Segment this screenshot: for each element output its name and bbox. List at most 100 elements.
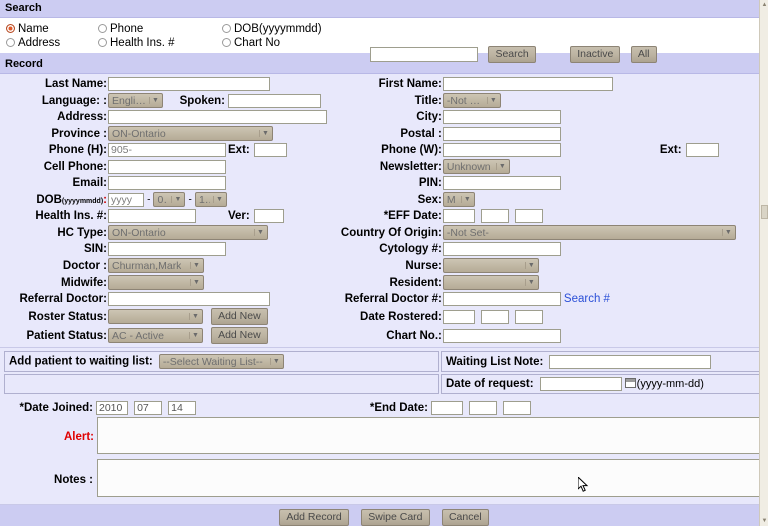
scroll-up-icon[interactable]: ▲ bbox=[761, 1, 768, 9]
resident-select[interactable]: ▼ bbox=[442, 275, 539, 290]
waiting-list-note-input[interactable] bbox=[549, 354, 712, 369]
eff-date-month-input[interactable] bbox=[480, 209, 509, 223]
footer-actions: Add Record Swipe Card Cancel bbox=[0, 504, 768, 526]
title-label-text: Title: bbox=[414, 94, 442, 107]
country-select[interactable]: -Not Set- ▼ bbox=[442, 225, 736, 240]
date-joined-year-input[interactable] bbox=[96, 401, 128, 415]
roster-status-select[interactable]: ▼ bbox=[108, 309, 203, 324]
nurse-select[interactable]: ▼ bbox=[442, 258, 539, 273]
scroll-down-icon[interactable]: ▼ bbox=[761, 517, 768, 525]
search-option-health-ins[interactable]: Health Ins. # bbox=[96, 36, 220, 50]
ext-work-input[interactable] bbox=[685, 143, 719, 157]
radio-name-icon[interactable] bbox=[6, 24, 15, 33]
notes-textarea[interactable] bbox=[97, 459, 768, 497]
midwife-label: Midwife: bbox=[61, 276, 107, 289]
phone-work-input[interactable] bbox=[442, 143, 561, 157]
spoken-input[interactable] bbox=[228, 93, 321, 108]
phone-home-input[interactable] bbox=[108, 143, 226, 157]
search-option-chart-no[interactable]: Chart No bbox=[220, 36, 326, 50]
province-select[interactable]: ON-Ontario ▼ bbox=[108, 126, 273, 141]
date-rostered-month-input[interactable] bbox=[480, 309, 509, 324]
title-select[interactable]: -Not Set- ▼ bbox=[442, 93, 501, 108]
last-name-input[interactable] bbox=[108, 77, 270, 91]
cytology-input[interactable] bbox=[442, 242, 561, 256]
end-date-day-input[interactable] bbox=[503, 401, 532, 415]
referral-doctor-input[interactable] bbox=[108, 292, 270, 306]
dates-table: *Date Joined: *End Date: Alert: bbox=[0, 400, 768, 501]
radio-chart-no-icon[interactable] bbox=[222, 38, 231, 47]
dob-day-select[interactable]: 15 ▼ bbox=[194, 192, 227, 207]
waiting-list-select-value: --Select Waiting List-- bbox=[162, 355, 263, 368]
ext-home-input[interactable] bbox=[253, 143, 287, 157]
province-cell: ON-Ontario ▼ bbox=[108, 125, 338, 142]
cell-phone-input[interactable] bbox=[108, 159, 226, 174]
health-ins-input[interactable] bbox=[108, 209, 196, 223]
inactive-button[interactable]: Inactive bbox=[570, 46, 621, 64]
first-name-input[interactable] bbox=[442, 77, 613, 91]
waiting-list-select[interactable]: --Select Waiting List-- ▼ bbox=[158, 354, 284, 369]
midwife-select[interactable]: ▼ bbox=[108, 275, 204, 290]
date-rostered-year-input[interactable] bbox=[442, 309, 475, 324]
cancel-button[interactable]: Cancel bbox=[441, 509, 489, 526]
hc-type-select[interactable]: ON-Ontario ▼ bbox=[108, 225, 268, 240]
search-button[interactable]: Search bbox=[488, 46, 536, 64]
end-date-year-input[interactable] bbox=[431, 401, 463, 415]
health-ins-label: Health Ins. #: bbox=[35, 210, 107, 222]
waiting-list-row-2: Date of request: (yyyy-mm-dd) bbox=[4, 374, 764, 394]
chart-no-input[interactable] bbox=[442, 328, 561, 343]
date-joined-cell bbox=[94, 400, 356, 416]
language-select[interactable]: English ▼ bbox=[108, 93, 163, 108]
eff-date-year-input[interactable] bbox=[442, 209, 475, 223]
first-name-label: First Name: bbox=[378, 78, 442, 90]
city-input[interactable] bbox=[442, 110, 561, 124]
swipe-card-button[interactable]: Swipe Card bbox=[361, 509, 430, 526]
radio-dob-icon[interactable] bbox=[222, 24, 231, 33]
date-of-request-input[interactable] bbox=[539, 377, 622, 391]
all-button[interactable]: All bbox=[630, 46, 657, 64]
search-option-address[interactable]: Address bbox=[4, 36, 96, 50]
phone-home-cell bbox=[108, 142, 228, 158]
end-date-month-input[interactable] bbox=[469, 401, 498, 415]
resident-cell: ▼ bbox=[442, 274, 768, 291]
patient-add-new-button[interactable]: Add New bbox=[211, 327, 268, 344]
doctor-select[interactable]: Churman,Mark ▼ bbox=[108, 258, 204, 273]
date-joined-month-input[interactable] bbox=[134, 401, 163, 415]
search-number-link[interactable]: Search # bbox=[564, 293, 610, 305]
roster-add-new-button[interactable]: Add New bbox=[211, 308, 268, 325]
radio-address-icon[interactable] bbox=[6, 38, 15, 47]
email-input[interactable] bbox=[108, 176, 226, 190]
dob-month-select[interactable]: 06 ▼ bbox=[153, 192, 186, 207]
patient-status-select[interactable]: AC - Active ▼ bbox=[108, 328, 203, 343]
search-option-phone[interactable]: Phone bbox=[96, 22, 220, 36]
row-alert: Alert: bbox=[0, 416, 768, 458]
sex-select[interactable]: M ▼ bbox=[442, 192, 475, 207]
sin-input[interactable] bbox=[108, 242, 226, 256]
dob-year-input[interactable] bbox=[108, 192, 144, 207]
date-joined-day-input[interactable] bbox=[168, 401, 197, 415]
radio-health-ins-icon[interactable] bbox=[98, 38, 107, 47]
dates-alert-notes-panel: *Date Joined: *End Date: Alert: bbox=[0, 398, 768, 504]
alert-textarea[interactable] bbox=[97, 417, 768, 454]
search-input[interactable] bbox=[370, 47, 478, 63]
calendar-icon[interactable] bbox=[624, 377, 636, 388]
vertical-scrollbar[interactable]: ▲ ▼ bbox=[759, 0, 768, 526]
scrollbar-thumb[interactable] bbox=[761, 205, 768, 219]
row-joined-end: *Date Joined: *End Date: bbox=[0, 400, 768, 416]
search-options-table: Name Phone DOB(yyyymmdd) Address Health … bbox=[4, 22, 326, 50]
add-record-button[interactable]: Add Record bbox=[279, 509, 349, 526]
pin-input[interactable] bbox=[442, 176, 561, 190]
date-rostered-day-input[interactable] bbox=[514, 309, 543, 324]
search-option-name[interactable]: Name bbox=[4, 22, 96, 36]
referral-doctor-num-input[interactable] bbox=[442, 292, 561, 306]
radio-phone-icon[interactable] bbox=[98, 24, 107, 33]
address-input[interactable] bbox=[108, 110, 327, 124]
dob-label: DOB(yyyymmdd): bbox=[36, 193, 107, 206]
ver-input[interactable] bbox=[253, 209, 284, 223]
dob-label-sub: (yyyymmdd) bbox=[61, 197, 104, 205]
search-option-dob[interactable]: DOB(yyyymmdd) bbox=[220, 22, 326, 36]
chevron-down-icon: ▼ bbox=[212, 196, 225, 203]
newsletter-select[interactable]: Unknown ▼ bbox=[442, 159, 510, 174]
eff-date-day-input[interactable] bbox=[514, 209, 543, 223]
doctor-select-value: Churman,Mark bbox=[112, 259, 182, 272]
postal-input[interactable] bbox=[442, 126, 561, 141]
